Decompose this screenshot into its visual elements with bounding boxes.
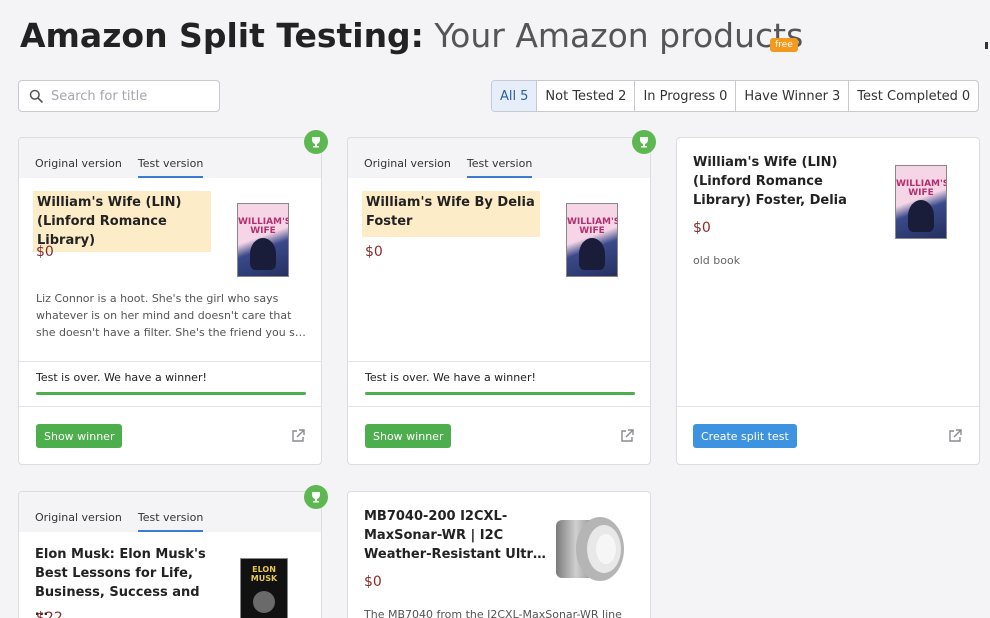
tab-test-version[interactable]: Test version (137, 511, 204, 532)
page-title-main: Amazon Split Testing: (20, 16, 424, 55)
product-price: $0 (364, 574, 382, 590)
show-winner-button[interactable]: Show winner (36, 424, 123, 448)
search-box[interactable] (18, 80, 220, 112)
product-card: Original version Test version Elon Musk:… (18, 491, 322, 618)
divider (348, 361, 650, 362)
version-tabs: Original version Test version (348, 138, 650, 178)
filter-count: 0 (961, 88, 971, 104)
product-title: William's Wife (LIN) (Linford Romance Li… (33, 191, 211, 252)
test-status: Test is over. We have a winner! (365, 371, 536, 384)
page-title-sub: Your Amazon products (423, 16, 804, 55)
product-price: $0 (36, 244, 54, 260)
product-card: Original version Test version William's … (18, 137, 322, 465)
product-image (556, 517, 624, 581)
product-card: MB7040-200 I2CXL-MaxSonar-WR | I2C Weath… (347, 491, 651, 618)
create-split-test-button[interactable]: Create split test (693, 424, 797, 448)
divider (677, 406, 979, 407)
external-link-icon[interactable] (619, 428, 635, 444)
filter-in-progress[interactable]: In Progress 0 (635, 81, 737, 111)
divider (19, 361, 321, 362)
version-tabs: Original version Test version (19, 492, 321, 532)
filter-not-tested[interactable]: Not Tested 2 (537, 81, 636, 111)
tab-test-version[interactable]: Test version (466, 157, 533, 178)
tab-original-version[interactable]: Original version (35, 511, 122, 532)
tab-test-version[interactable]: Test version (137, 157, 204, 178)
search-icon (29, 89, 43, 103)
product-description: Liz Connor is a hoot. She's the girl who… (36, 292, 306, 339)
test-status: Test is over. We have a winner! (36, 371, 207, 384)
cover-title: WILLIAM'S WIFE (567, 217, 618, 236)
external-link-icon[interactable] (290, 428, 306, 444)
filter-count: 3 (832, 88, 841, 104)
product-price: $22 (36, 610, 63, 618)
book-cover: WILLIAM'S WIFE (237, 203, 289, 277)
search-input[interactable] (51, 88, 201, 104)
filter-count: 0 (719, 88, 728, 104)
test-progress-bar (365, 392, 635, 395)
divider (19, 406, 321, 407)
book-cover: WILLIAM'S WIFE (566, 203, 618, 277)
cover-title: WILLIAM'S WIFE (896, 179, 947, 198)
corner-marker (985, 42, 988, 49)
product-title: MB7040-200 I2CXL-MaxSonar-WR | I2C Weath… (364, 509, 546, 562)
product-title: Elon Musk: Elon Musk's Best Lessons for … (35, 547, 206, 618)
status-filter-group: All 5 Not Tested 2 In Progress 0 Have Winne… (491, 80, 980, 112)
tab-original-version[interactable]: Original version (364, 157, 451, 178)
product-card: Original version Test version William's … (347, 137, 651, 465)
trophy-icon (632, 130, 656, 154)
divider (348, 406, 650, 407)
version-tabs: Original version Test version (19, 138, 321, 178)
product-description: The MB7040 from the I2CXL-MaxSonar-WR li… (364, 608, 622, 618)
show-winner-button[interactable]: Show winner (365, 424, 452, 448)
free-badge: free (770, 38, 798, 52)
product-title: William's Wife (LIN) (Linford Romance Li… (693, 155, 847, 208)
filter-label: Have Winner (744, 88, 828, 104)
filter-label: All (500, 88, 517, 104)
product-card: William's Wife (LIN) (Linford Romance Li… (676, 137, 980, 465)
filter-label: Test Completed (857, 88, 958, 104)
book-cover: WILLIAM'S WIFE (895, 165, 947, 239)
filter-label: In Progress (643, 88, 716, 104)
product-note: old book (693, 254, 741, 267)
filter-have-winner[interactable]: Have Winner 3 (736, 81, 850, 111)
product-price: $0 (693, 220, 711, 236)
trophy-icon (304, 485, 328, 509)
progress-fill (365, 392, 635, 395)
cover-title: WILLIAM'S WIFE (238, 217, 289, 236)
cover-title: ELON MUSK (250, 565, 278, 583)
trophy-icon (304, 130, 328, 154)
filter-count: 5 (520, 88, 529, 104)
book-cover: ELON MUSK (240, 558, 288, 618)
tab-original-version[interactable]: Original version (35, 157, 122, 178)
filter-label: Not Tested (545, 88, 615, 104)
progress-fill (36, 392, 306, 395)
filter-test-completed[interactable]: Test Completed 0 (849, 81, 978, 111)
filter-count: 2 (618, 88, 627, 104)
filter-all[interactable]: All 5 (492, 81, 538, 111)
page-title: Amazon Split Testing: Your Amazon produc… (20, 14, 803, 58)
test-progress-bar (36, 392, 306, 395)
product-title: William's Wife By Delia Foster (362, 191, 540, 237)
external-link-icon[interactable] (947, 428, 963, 444)
product-price: $0 (365, 244, 383, 260)
